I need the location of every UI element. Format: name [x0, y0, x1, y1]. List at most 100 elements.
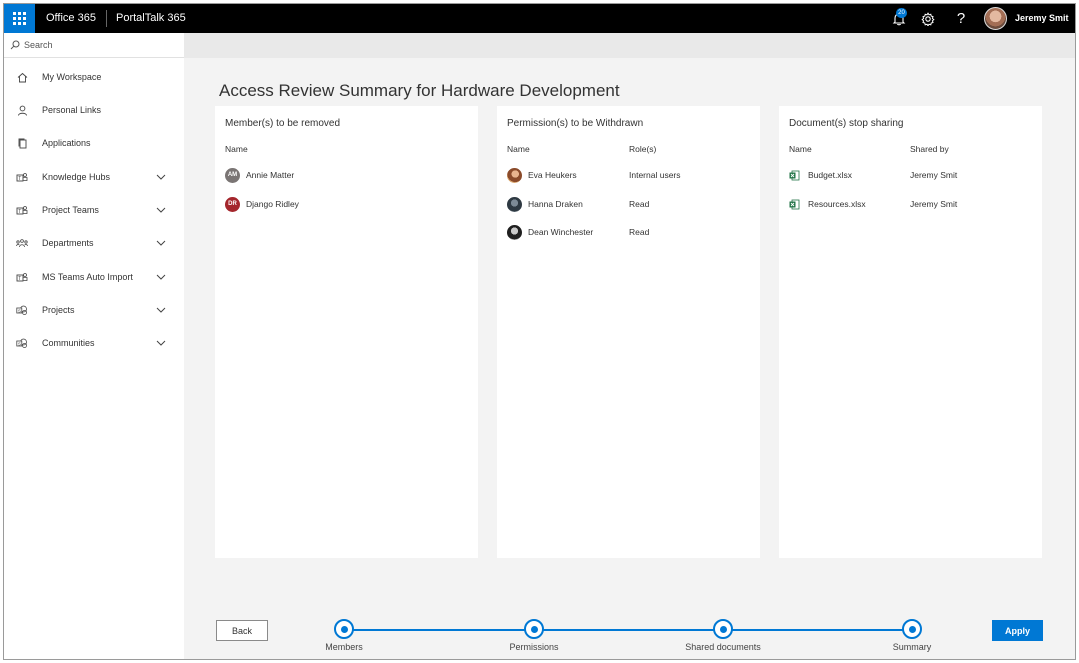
- step-label-shared-documents: Shared documents: [685, 642, 761, 652]
- permission-name: Dean Winchester: [528, 227, 594, 237]
- sidebar: Search My Workspace Personal Links Appli…: [4, 33, 184, 659]
- column-header-name: Name: [225, 144, 248, 154]
- search-placeholder: Search: [24, 40, 53, 50]
- svg-text:T: T: [18, 176, 21, 182]
- permission-role: Internal users: [629, 170, 681, 180]
- permission-name: Hanna Draken: [528, 199, 583, 209]
- sidebar-item-projects[interactable]: S Projects: [4, 295, 184, 325]
- svg-text:S: S: [18, 341, 21, 346]
- chevron-down-icon[interactable]: [156, 238, 166, 248]
- top-bar: Office 365 PortalTalk 365 20 ? Jeremy Sm…: [4, 4, 1075, 33]
- teams-icon: T: [16, 204, 28, 216]
- column-header-name: Name: [789, 144, 812, 154]
- sharepoint-icon: S: [16, 337, 28, 349]
- panel-title: Permission(s) to be Withdrawn: [507, 118, 644, 129]
- sidebar-item-ms-teams-auto-import[interactable]: T MS Teams Auto Import: [4, 262, 184, 292]
- gear-icon: [921, 11, 935, 26]
- sidebar-item-label: Personal Links: [42, 105, 102, 115]
- teams-icon: T: [16, 271, 28, 283]
- main-content: Access Review Summary for Hardware Devel…: [184, 33, 1075, 659]
- document-shared-by: Jeremy Smit: [910, 170, 958, 180]
- table-row: Resources.xlsx Jeremy Smit: [789, 195, 1029, 213]
- table-row: Hanna Draken Read: [507, 195, 747, 213]
- document-name[interactable]: Resources.xlsx: [808, 199, 866, 209]
- sidebar-item-departments[interactable]: Departments: [4, 228, 184, 258]
- main-header-strip: [184, 33, 1075, 58]
- panel-title: Document(s) stop sharing: [789, 118, 904, 129]
- portaltalk-link[interactable]: PortalTalk 365: [116, 4, 186, 33]
- settings-button[interactable]: [916, 4, 940, 33]
- avatar: [507, 224, 522, 240]
- step-label-permissions: Permissions: [509, 642, 559, 652]
- table-row: Eva Heukers Internal users: [507, 166, 747, 184]
- page-title: Access Review Summary for Hardware Devel…: [219, 81, 620, 100]
- excel-file-icon: [789, 199, 800, 209]
- list-item: AM Annie Matter: [225, 166, 294, 184]
- column-header-roles: Role(s): [629, 144, 657, 154]
- svg-text:S: S: [18, 308, 21, 313]
- permissions-panel: Permission(s) to be Withdrawn Name Role(…: [497, 106, 760, 558]
- permission-name: Eva Heukers: [528, 170, 577, 180]
- search-icon: [10, 40, 20, 50]
- avatar: DR: [225, 196, 240, 212]
- person-icon: [16, 104, 28, 116]
- chevron-down-icon[interactable]: [156, 205, 166, 215]
- step-summary[interactable]: [902, 619, 922, 639]
- search-box[interactable]: Search: [4, 33, 184, 58]
- table-row: Budget.xlsx Jeremy Smit: [789, 166, 1029, 184]
- sidebar-item-label: Communities: [42, 338, 95, 348]
- sharepoint-icon: S: [16, 304, 28, 316]
- apply-button[interactable]: Apply: [992, 620, 1043, 641]
- avatar: [507, 167, 522, 183]
- home-icon: [16, 71, 28, 83]
- column-header-name: Name: [507, 144, 530, 154]
- chevron-down-icon[interactable]: [156, 172, 166, 182]
- user-name[interactable]: Jeremy Smit: [1015, 4, 1069, 33]
- step-permissions[interactable]: [524, 619, 544, 639]
- step-members[interactable]: [334, 619, 354, 639]
- sidebar-item-label: Applications: [42, 138, 91, 148]
- notifications-button[interactable]: 20: [884, 4, 914, 33]
- permission-role: Read: [629, 199, 650, 209]
- sidebar-item-personal-links[interactable]: Personal Links: [4, 95, 184, 125]
- avatar: AM: [225, 167, 240, 183]
- help-button[interactable]: ?: [950, 4, 972, 33]
- copy-icon: [16, 137, 28, 149]
- panel-title: Member(s) to be removed: [225, 118, 341, 129]
- sidebar-item-applications[interactable]: Applications: [4, 128, 184, 158]
- sidebar-item-my-workspace[interactable]: My Workspace: [4, 62, 184, 92]
- chevron-down-icon[interactable]: [156, 272, 166, 282]
- member-name: Annie Matter: [246, 170, 295, 180]
- svg-text:T: T: [18, 276, 21, 282]
- step-shared-documents[interactable]: [713, 619, 733, 639]
- sidebar-item-communities[interactable]: S Communities: [4, 328, 184, 358]
- chevron-down-icon[interactable]: [156, 338, 166, 348]
- waffle-icon: [13, 12, 26, 25]
- stepper-track: [344, 629, 912, 631]
- member-name: Django Ridley: [246, 199, 299, 209]
- column-header-shared-by: Shared by: [910, 144, 949, 154]
- step-label-members: Members: [325, 642, 363, 652]
- svg-text:T: T: [18, 209, 21, 215]
- sidebar-item-label: Project Teams: [42, 205, 99, 215]
- brand-divider: [106, 10, 107, 27]
- back-button[interactable]: Back: [216, 620, 268, 641]
- document-name[interactable]: Budget.xlsx: [808, 170, 852, 180]
- permission-role: Read: [629, 227, 650, 237]
- user-avatar[interactable]: [984, 7, 1007, 30]
- chevron-down-icon[interactable]: [156, 305, 166, 315]
- sidebar-item-knowledge-hubs[interactable]: T Knowledge Hubs: [4, 162, 184, 192]
- notification-badge: 20: [896, 8, 907, 18]
- members-panel: Member(s) to be removed Name AM Annie Ma…: [215, 106, 478, 558]
- sidebar-item-label: Departments: [42, 238, 94, 248]
- sidebar-item-label: Knowledge Hubs: [42, 172, 111, 182]
- org-icon: [16, 237, 28, 249]
- app-window: Office 365 PortalTalk 365 20 ? Jeremy Sm…: [3, 3, 1076, 660]
- sidebar-item-label: MS Teams Auto Import: [42, 272, 133, 282]
- document-shared-by: Jeremy Smit: [910, 199, 958, 209]
- office-365-link[interactable]: Office 365: [46, 4, 96, 33]
- sidebar-item-project-teams[interactable]: T Project Teams: [4, 195, 184, 225]
- table-row: Dean Winchester Read: [507, 223, 747, 241]
- list-item: DR Django Ridley: [225, 195, 299, 213]
- app-launcher-button[interactable]: [4, 4, 35, 33]
